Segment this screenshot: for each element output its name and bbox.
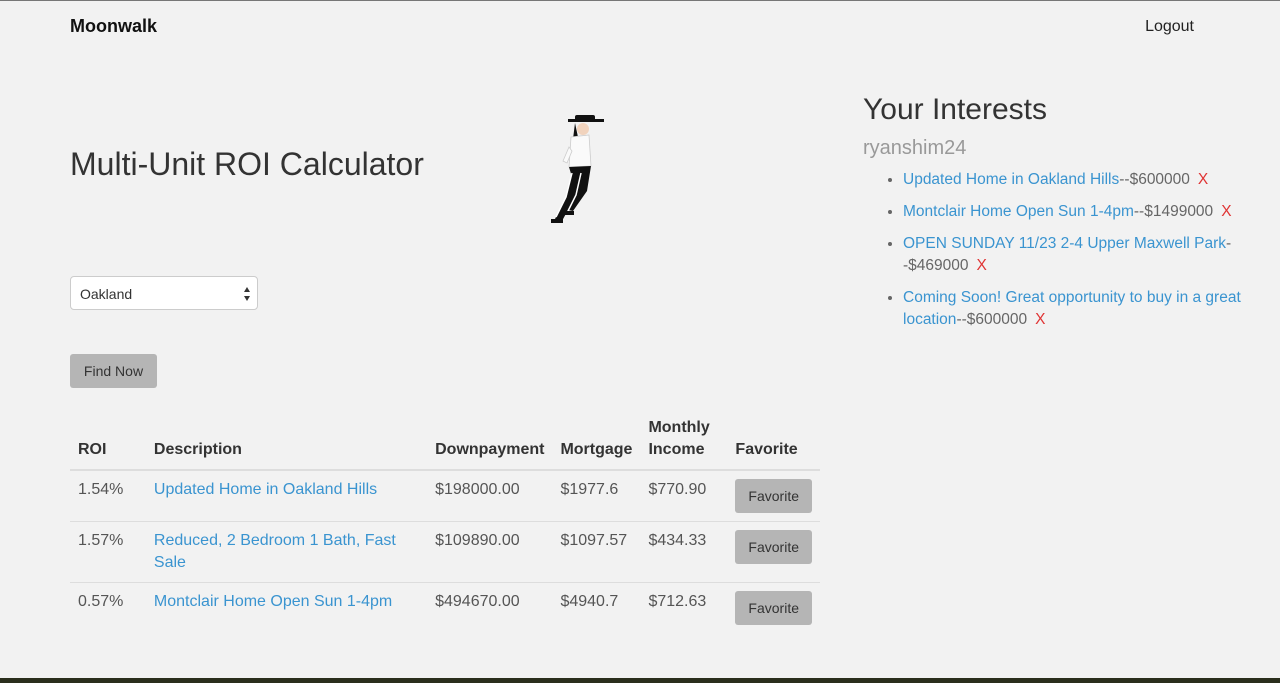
page-title: Multi-Unit ROI Calculator xyxy=(70,146,424,182)
table-row: 1.54% Updated Home in Oakland Hills $198… xyxy=(70,470,820,522)
interest-link[interactable]: Montclair Home Open Sun 1-4pm xyxy=(903,203,1134,220)
cell-mortgage: $4940.7 xyxy=(552,582,641,633)
cell-mortgage: $1097.57 xyxy=(552,521,641,583)
interest-link[interactable]: Coming Soon! Great opportunity to buy in… xyxy=(903,289,1241,328)
favorite-button[interactable]: Favorite xyxy=(735,530,812,564)
favorite-button[interactable]: Favorite xyxy=(735,591,812,625)
listing-link[interactable]: Montclair Home Open Sun 1-4pm xyxy=(154,593,392,610)
col-header-downpayment: Downpayment xyxy=(427,409,553,471)
table-header-row: ROI Description Downpayment Mortgage Mon… xyxy=(70,409,820,471)
logout-link[interactable]: Logout xyxy=(1145,18,1194,36)
interest-item: Updated Home in Oakland Hills--$600000 X xyxy=(903,169,1280,191)
favorite-button[interactable]: Favorite xyxy=(735,479,812,513)
col-header-description: Description xyxy=(145,409,428,471)
table-row: 1.57% Reduced, 2 Bedroom 1 Bath, Fast Sa… xyxy=(70,521,820,583)
city-select[interactable]: Oakland xyxy=(70,276,258,310)
table-row: 0.57% Montclair Home Open Sun 1-4pm $494… xyxy=(70,582,820,633)
listing-link[interactable]: Updated Home in Oakland Hills xyxy=(154,481,377,498)
col-header-mortgage: Mortgage xyxy=(552,409,641,471)
city-select-value: Oakland xyxy=(80,286,133,302)
remove-interest-button[interactable]: X xyxy=(1198,171,1208,188)
interest-link[interactable]: Updated Home in Oakland Hills xyxy=(903,171,1119,188)
interest-item: OPEN SUNDAY 11/23 2-4 Upper Maxwell Park… xyxy=(903,233,1280,277)
moonwalk-dancer-icon xyxy=(551,115,604,223)
remove-interest-button[interactable]: X xyxy=(1221,203,1231,220)
remove-interest-button[interactable]: X xyxy=(977,257,987,274)
interest-link[interactable]: OPEN SUNDAY 11/23 2-4 Upper Maxwell Park xyxy=(903,235,1226,252)
cell-monthly-income: $712.63 xyxy=(640,582,728,633)
cell-monthly-income: $770.90 xyxy=(648,481,707,498)
interest-price: --$600000 xyxy=(1119,171,1190,188)
col-header-income-line1: Monthly xyxy=(648,419,710,436)
col-header-monthly-income: Monthly Income xyxy=(640,409,728,471)
listing-link[interactable]: Reduced, 2 Bedroom 1 Bath, Fast Sale xyxy=(154,532,396,571)
cell-roi: 0.57% xyxy=(70,582,146,633)
username: ryanshim24 xyxy=(863,137,967,159)
interest-price: --$600000 xyxy=(956,311,1028,328)
col-header-income-line2: Income xyxy=(648,441,705,458)
cell-downpayment: $198000.00 xyxy=(435,481,520,498)
interests-title: Your Interests xyxy=(863,93,1047,126)
col-header-favorite: Favorite xyxy=(727,409,820,471)
cell-downpayment: $109890.00 xyxy=(427,521,553,583)
page: Moonwalk Logout Multi-Unit ROI Calculato… xyxy=(0,0,1280,678)
cell-roi: 1.57% xyxy=(70,521,146,583)
roi-table: ROI Description Downpayment Mortgage Mon… xyxy=(70,409,820,633)
cell-roi: 1.54% xyxy=(78,481,124,498)
cell-monthly-income: $434.33 xyxy=(640,521,728,583)
find-now-button[interactable]: Find Now xyxy=(70,354,157,388)
remove-interest-button[interactable]: X xyxy=(1035,311,1045,328)
cell-mortgage: $1977.6 xyxy=(560,481,619,498)
interests-list: Updated Home in Oakland Hills--$600000X … xyxy=(863,169,1280,341)
select-arrows-icon xyxy=(244,287,250,301)
interest-item: Coming Soon! Great opportunity to buy in… xyxy=(903,287,1280,331)
interest-item: Montclair Home Open Sun 1-4pm--$1499000 X xyxy=(903,201,1280,223)
interest-price: --$1499000 xyxy=(1133,203,1214,220)
col-header-roi: ROI xyxy=(70,409,146,471)
cell-downpayment: $494670.00 xyxy=(427,582,553,633)
brand-logo[interactable]: Moonwalk xyxy=(70,16,157,37)
